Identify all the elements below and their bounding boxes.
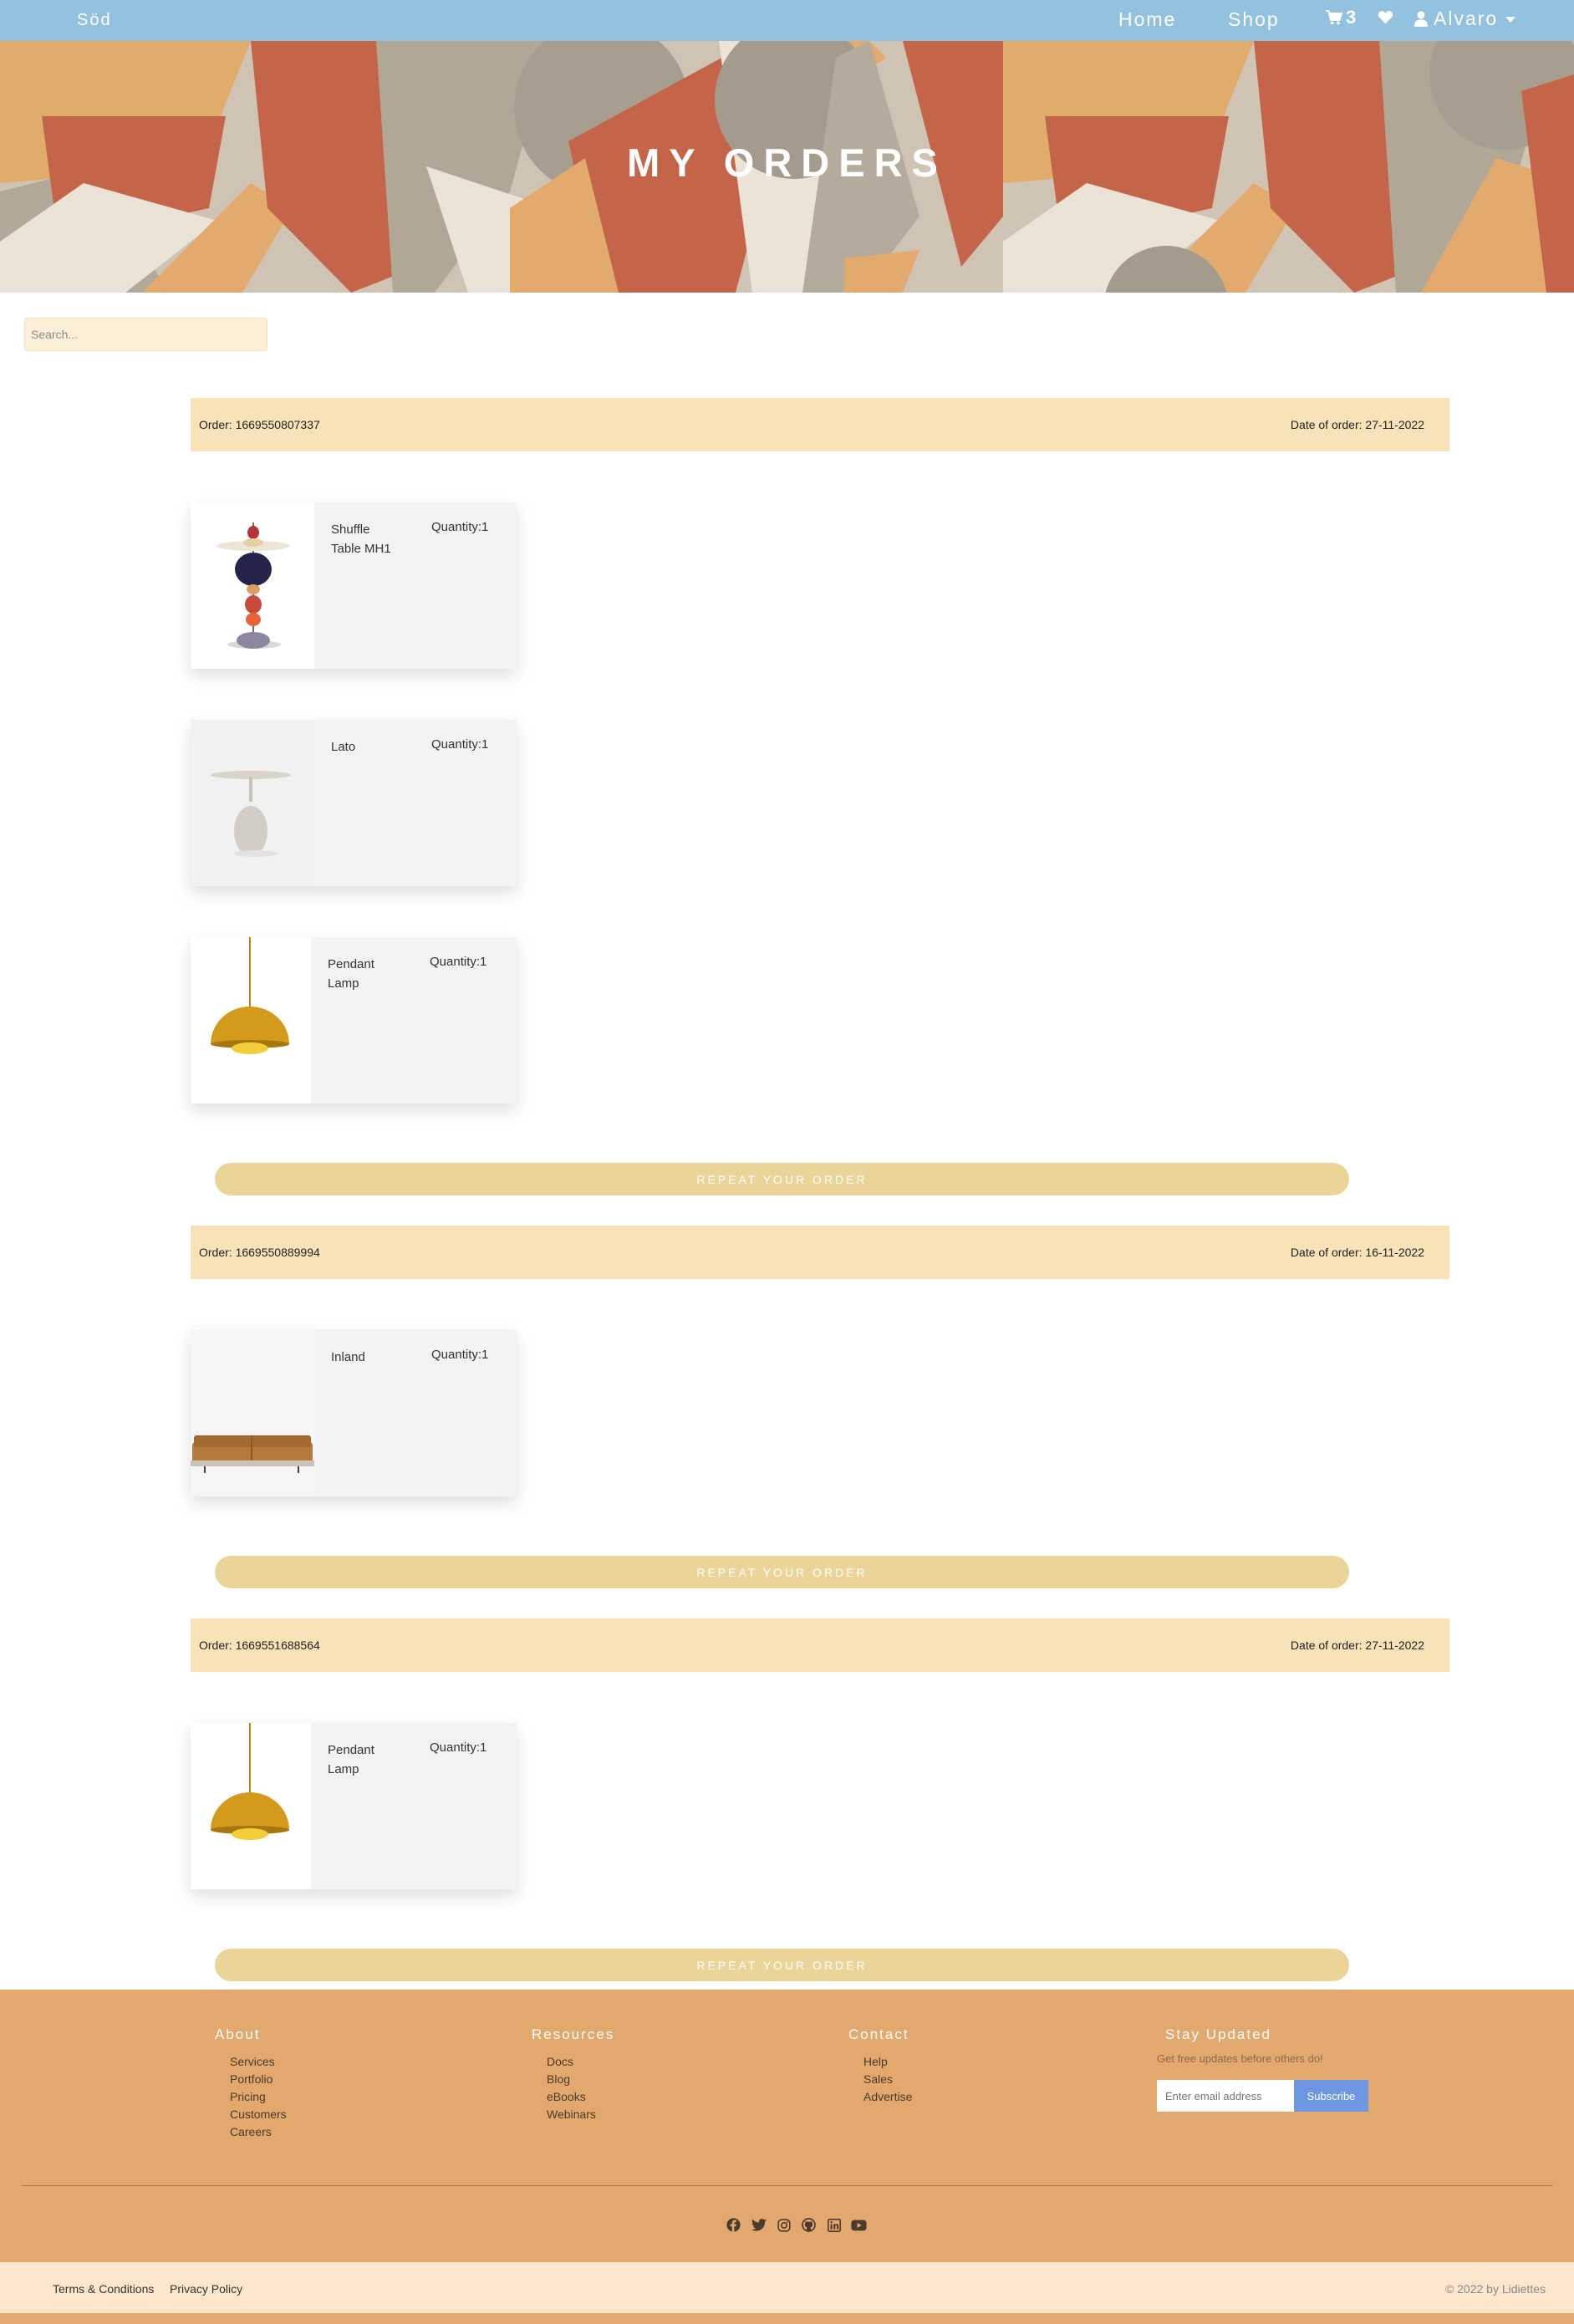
item-quantity: Quantity:1 (431, 520, 489, 534)
email-field[interactable] (1157, 2080, 1294, 2112)
footer-about-section: About Services Portfolio Pricing Custome… (215, 2026, 287, 2141)
chevron-down-icon (1505, 17, 1516, 23)
copyright-text: © 2022 by Lidiettes (1444, 2282, 1546, 2296)
cart-icon (1326, 10, 1342, 25)
newsletter-form: Subscribe (1157, 2080, 1368, 2112)
footer-heading: About (215, 2026, 261, 2042)
order-item-card[interactable]: Pendant Lamp Quantity:1 (191, 937, 517, 1103)
navbar: Söd Home Shop 3 Alvaro (0, 0, 1574, 41)
user-icon (1414, 11, 1428, 27)
privacy-link[interactable]: Privacy Policy (170, 2282, 242, 2296)
footer-resources-section: Resources Docs Blog eBooks Webinars (532, 2026, 614, 2123)
nav-link-shop[interactable]: Shop (1228, 8, 1280, 31)
footer-link-docs[interactable]: Docs (547, 2053, 614, 2071)
instagram-icon[interactable] (776, 2217, 792, 2233)
item-name: Pendant Lamp (328, 957, 374, 991)
search-input[interactable] (24, 318, 267, 351)
product-image (191, 1330, 314, 1496)
repeat-order-button[interactable]: REPEAT YOUR ORDER (215, 1556, 1349, 1588)
footer-link-portfolio[interactable]: Portfolio (230, 2071, 287, 2088)
footer-link-blog[interactable]: Blog (547, 2071, 614, 2088)
footer-link-ebooks[interactable]: eBooks (547, 2088, 614, 2106)
product-image (191, 937, 311, 1103)
item-quantity: Quantity:1 (430, 1740, 487, 1755)
order-date: Date of order: 16-11-2022 (1290, 1246, 1424, 1259)
product-image (191, 720, 314, 886)
nav-link-home[interactable]: Home (1118, 8, 1176, 31)
page-title: MY ORDERS (627, 140, 947, 185)
heart-icon (1378, 11, 1393, 24)
item-name: Lato (331, 740, 356, 754)
order-id: Order: 1669550889994 (199, 1246, 320, 1259)
cart-button[interactable]: 3 (1326, 7, 1356, 28)
order-header: Order: 1669551688564 Date of order: 27-1… (191, 1618, 1449, 1672)
order-item-card[interactable]: Lato Quantity:1 (191, 720, 517, 886)
product-image (191, 1723, 311, 1889)
order-item-card[interactable]: Shuffle Table MH1 Quantity:1 (191, 502, 517, 669)
footer-newsletter-section: Stay Updated Get free updates before oth… (1157, 2026, 1368, 2112)
social-links (726, 2217, 867, 2233)
item-name: Pendant Lamp (328, 1743, 374, 1776)
footer-link-careers[interactable]: Careers (230, 2123, 287, 2141)
cart-count: 3 (1346, 7, 1357, 28)
footer-link-sales[interactable]: Sales (863, 2071, 912, 2088)
brand-logo[interactable]: Söd (77, 11, 112, 30)
item-quantity: Quantity:1 (431, 737, 489, 752)
order-id: Order: 1669550807337 (199, 418, 320, 431)
footer-divider (22, 2185, 1552, 2186)
footer-heading: Contact (848, 2026, 909, 2042)
footer-link-webinars[interactable]: Webinars (547, 2106, 614, 2123)
footer-link-advertise[interactable]: Advertise (863, 2088, 912, 2106)
item-quantity: Quantity:1 (430, 955, 487, 969)
order-date: Date of order: 27-11-2022 (1290, 418, 1424, 431)
user-name: Alvaro (1434, 8, 1499, 29)
twitter-icon[interactable] (751, 2217, 767, 2233)
footer-heading: Resources (532, 2026, 615, 2042)
footer-link-pricing[interactable]: Pricing (230, 2088, 287, 2106)
item-name: Shuffle Table MH1 (331, 522, 391, 556)
footer-heading: Stay Updated (1165, 2026, 1272, 2042)
facebook-icon[interactable] (726, 2217, 741, 2233)
subscribe-button[interactable]: Subscribe (1294, 2080, 1368, 2112)
item-name: Inland (331, 1350, 365, 1364)
order-date: Date of order: 27-11-2022 (1290, 1639, 1424, 1652)
item-quantity: Quantity:1 (431, 1348, 489, 1362)
terms-link[interactable]: Terms & Conditions (53, 2282, 154, 2296)
order-item-card[interactable]: Pendant Lamp Quantity:1 (191, 1723, 517, 1889)
footer: About Services Portfolio Pricing Custome… (0, 1990, 1574, 2262)
hero-banner: MY ORDERS (0, 41, 1574, 293)
order-header: Order: 1669550889994 Date of order: 16-1… (191, 1226, 1449, 1279)
order-item-card[interactable]: Inland Quantity:1 (191, 1330, 517, 1496)
wishlist-button[interactable] (1378, 10, 1393, 28)
youtube-icon[interactable] (851, 2217, 867, 2233)
order-id: Order: 1669551688564 (199, 1639, 320, 1652)
footer-contact-section: Contact Help Sales Advertise (848, 2026, 912, 2106)
repeat-order-button[interactable]: REPEAT YOUR ORDER (215, 1949, 1349, 1981)
footer-link-customers[interactable]: Customers (230, 2106, 287, 2123)
footer-link-services[interactable]: Services (230, 2053, 287, 2071)
repeat-order-button[interactable]: REPEAT YOUR ORDER (215, 1163, 1349, 1195)
page-bottom-strip (0, 2313, 1574, 2324)
newsletter-text: Get free updates before others do! (1157, 2052, 1323, 2065)
footer-bottom-bar: Terms & Conditions Privacy Policy © 2022… (0, 2262, 1574, 2313)
user-menu-button[interactable]: Alvaro (1414, 8, 1516, 30)
linkedin-icon[interactable] (826, 2217, 842, 2233)
order-header: Order: 1669550807337 Date of order: 27-1… (191, 398, 1449, 451)
github-icon[interactable] (801, 2217, 817, 2233)
footer-link-help[interactable]: Help (863, 2053, 912, 2071)
product-image (191, 502, 314, 669)
